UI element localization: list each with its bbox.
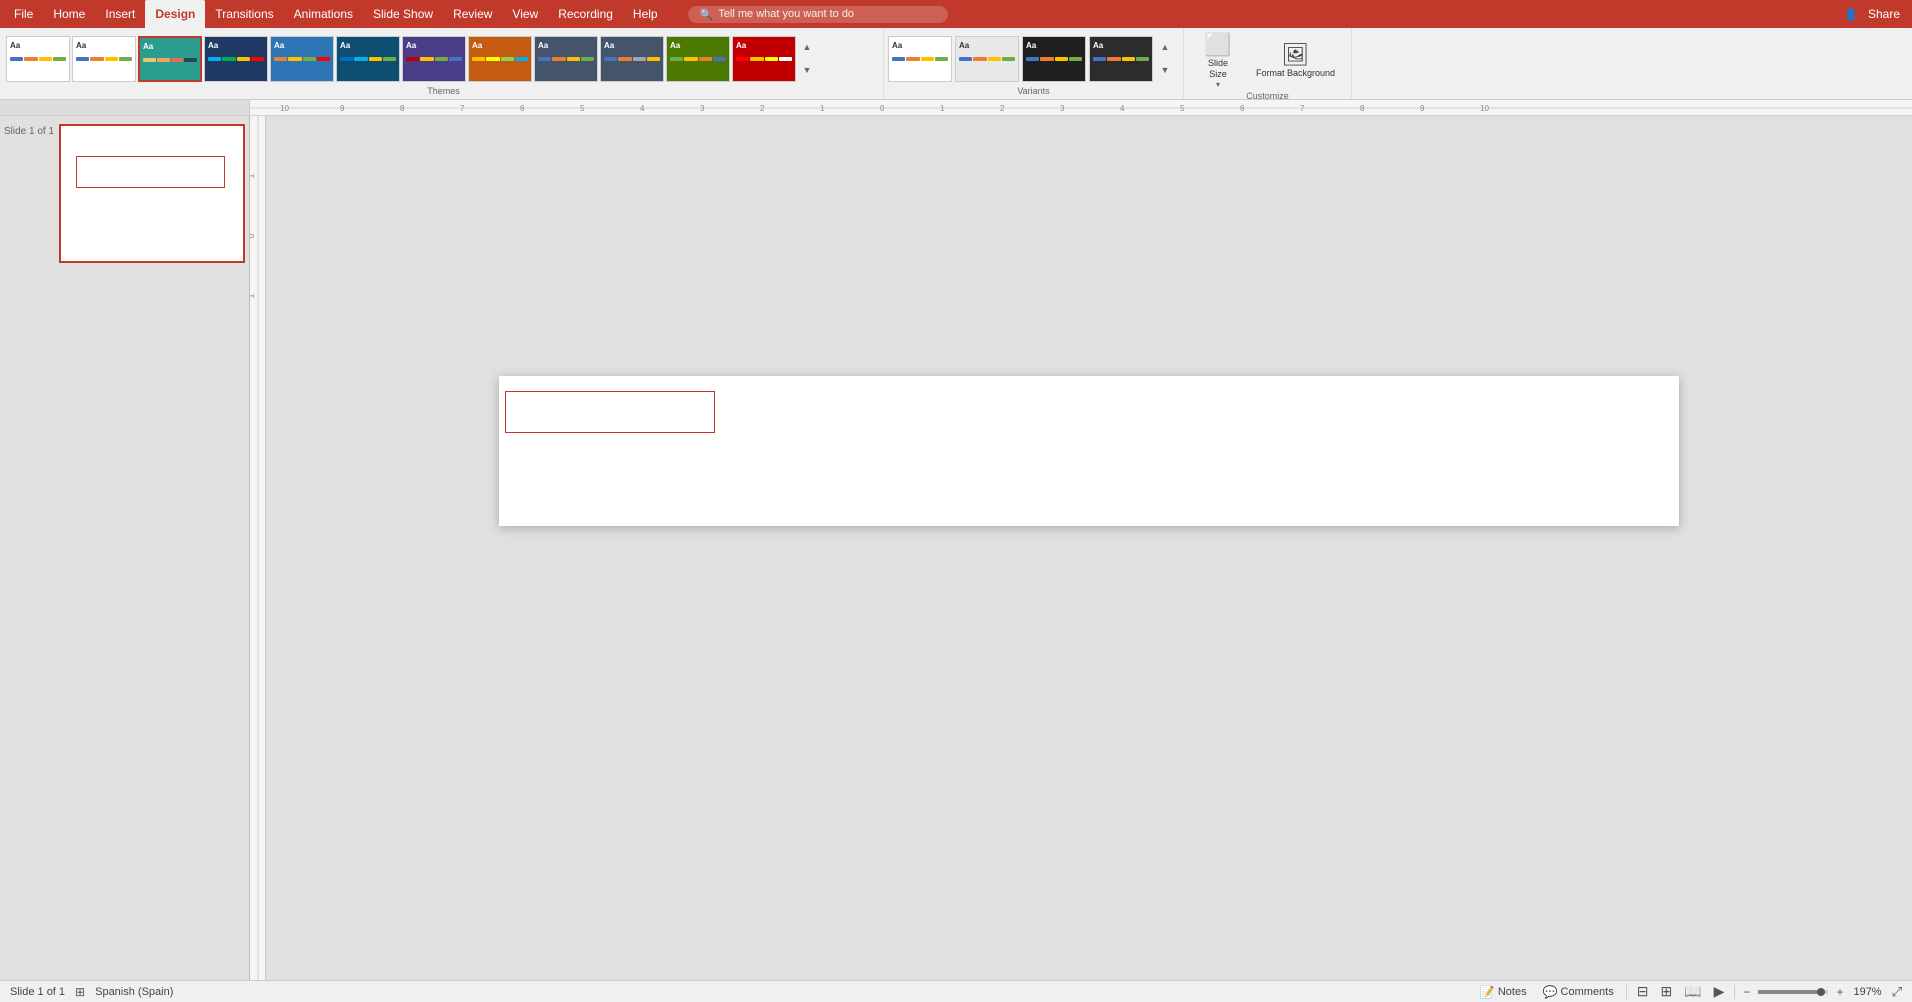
variants-label: Variants bbox=[884, 86, 1183, 99]
comments-icon: 💬 bbox=[1543, 985, 1558, 999]
svg-text:9: 9 bbox=[1420, 104, 1425, 113]
ruler-vertical: 1 0 1 bbox=[250, 116, 266, 980]
svg-text:7: 7 bbox=[460, 104, 465, 113]
theme-parallax[interactable]: Aa bbox=[732, 36, 796, 82]
slide-viewport[interactable] bbox=[266, 116, 1912, 980]
status-bar: Slide 1 of 1 ⊞ Spanish (Spain) 📝 Notes 💬… bbox=[0, 980, 1912, 1002]
tab-help[interactable]: Help bbox=[623, 0, 668, 28]
share-icon: 👤 bbox=[1844, 8, 1858, 21]
tab-design[interactable]: Design bbox=[145, 0, 205, 28]
svg-text:4: 4 bbox=[1120, 104, 1125, 113]
svg-text:2: 2 bbox=[760, 104, 765, 113]
zoom-slider[interactable] bbox=[1758, 990, 1828, 994]
format-background-button[interactable]: 🖼 Format Background bbox=[1250, 42, 1341, 81]
tab-insert[interactable]: Insert bbox=[95, 0, 145, 28]
svg-text:6: 6 bbox=[1240, 104, 1245, 113]
svg-text:2: 2 bbox=[1000, 104, 1005, 113]
variant-3[interactable]: Aa bbox=[1022, 36, 1086, 82]
theme-metropolitan[interactable]: Aa bbox=[600, 36, 664, 82]
normal-view-button[interactable]: ⊟ bbox=[1635, 983, 1651, 1000]
slideshow-button[interactable]: ▶ bbox=[1712, 983, 1727, 1000]
theme-organic[interactable]: Aa bbox=[666, 36, 730, 82]
svg-text:4: 4 bbox=[640, 104, 645, 113]
svg-text:8: 8 bbox=[400, 104, 405, 113]
zoom-percent[interactable]: 197% bbox=[1851, 986, 1883, 998]
themes-scroll-down[interactable]: ▼ bbox=[800, 60, 814, 80]
variant-1[interactable]: Aa bbox=[888, 36, 952, 82]
svg-text:0: 0 bbox=[880, 104, 885, 113]
tab-animations[interactable]: Animations bbox=[284, 0, 363, 28]
theme-office[interactable]: Aa bbox=[6, 36, 70, 82]
zoom-out-button[interactable]: − bbox=[1743, 985, 1750, 999]
svg-text:1: 1 bbox=[940, 104, 945, 113]
svg-text:10: 10 bbox=[280, 104, 289, 113]
theme-feathered[interactable]: Aa bbox=[138, 36, 202, 82]
notes-icon: 📝 bbox=[1480, 985, 1495, 999]
slide-number: Slide 1 of 1 bbox=[4, 124, 54, 137]
fit-slide-icon[interactable]: ⊞ bbox=[75, 985, 85, 999]
theme-frame[interactable]: Aa bbox=[402, 36, 466, 82]
svg-text:1: 1 bbox=[250, 293, 256, 298]
themes-scroll-up[interactable]: ▲ bbox=[800, 37, 814, 57]
fit-to-window-button[interactable]: ⤢ bbox=[1892, 984, 1902, 1000]
svg-text:9: 9 bbox=[340, 104, 345, 113]
slide-text-box[interactable] bbox=[505, 391, 715, 433]
slide-size-icon: ⬜ bbox=[1204, 34, 1231, 56]
theme-ion[interactable]: Aa bbox=[468, 36, 532, 82]
theme-droplet[interactable]: Aa bbox=[336, 36, 400, 82]
theme-badge[interactable]: Aa bbox=[270, 36, 334, 82]
themes-label: Themes bbox=[4, 86, 883, 99]
theme-circuit[interactable]: Aa bbox=[204, 36, 268, 82]
slide-panel: Slide 1 of 1 bbox=[0, 116, 250, 980]
svg-text:3: 3 bbox=[1060, 104, 1065, 113]
zoom-in-button[interactable]: + bbox=[1836, 985, 1843, 999]
variant-2[interactable]: Aa bbox=[955, 36, 1019, 82]
variants-scroll-down[interactable]: ▼ bbox=[1158, 60, 1172, 80]
tab-slideshow[interactable]: Slide Show bbox=[363, 0, 443, 28]
search-input[interactable]: Tell me what you want to do bbox=[718, 8, 854, 20]
variants-scroll-up[interactable]: ▲ bbox=[1158, 37, 1172, 57]
svg-text:10: 10 bbox=[1480, 104, 1489, 113]
format-background-label: Format Background bbox=[1256, 68, 1335, 79]
format-background-icon: 🖼 bbox=[1282, 44, 1310, 66]
svg-text:0: 0 bbox=[250, 233, 256, 238]
tab-transitions[interactable]: Transitions bbox=[205, 0, 283, 28]
slide-thumbnail[interactable] bbox=[59, 124, 245, 263]
reading-view-button[interactable]: 📖 bbox=[1682, 983, 1703, 1000]
svg-text:1: 1 bbox=[820, 104, 825, 113]
variant-4[interactable]: Aa bbox=[1089, 36, 1153, 82]
tab-home[interactable]: Home bbox=[43, 0, 95, 28]
theme-mesh[interactable]: Aa bbox=[534, 36, 598, 82]
notes-button[interactable]: 📝 Notes bbox=[1476, 985, 1531, 999]
slide-canvas[interactable] bbox=[499, 376, 1679, 526]
theme-office2[interactable]: Aa bbox=[72, 36, 136, 82]
svg-text:3: 3 bbox=[700, 104, 705, 113]
slide-count: Slide 1 of 1 bbox=[10, 986, 65, 998]
svg-text:5: 5 bbox=[1180, 104, 1185, 113]
canvas-area: 1 0 1 bbox=[250, 116, 1912, 980]
svg-text:8: 8 bbox=[1360, 104, 1365, 113]
slide-size-button[interactable]: ⬜ SlideSize ▾ bbox=[1194, 32, 1242, 91]
tab-file[interactable]: File bbox=[4, 0, 43, 28]
tab-recording[interactable]: Recording bbox=[548, 0, 623, 28]
search-icon: 🔍 bbox=[700, 8, 714, 21]
svg-text:6: 6 bbox=[520, 104, 525, 113]
svg-text:5: 5 bbox=[580, 104, 585, 113]
svg-text:1: 1 bbox=[250, 173, 256, 178]
language-label: Spanish (Spain) bbox=[95, 986, 173, 998]
share-button[interactable]: Share bbox=[1868, 7, 1900, 21]
slide-sorter-button[interactable]: ⊞ bbox=[1658, 983, 1674, 1000]
slide-thumb-wrapper: Slide 1 of 1 bbox=[4, 124, 245, 263]
comments-button[interactable]: 💬 Comments bbox=[1539, 985, 1618, 999]
tab-review[interactable]: Review bbox=[443, 0, 502, 28]
svg-text:7: 7 bbox=[1300, 104, 1305, 113]
tab-view[interactable]: View bbox=[502, 0, 548, 28]
